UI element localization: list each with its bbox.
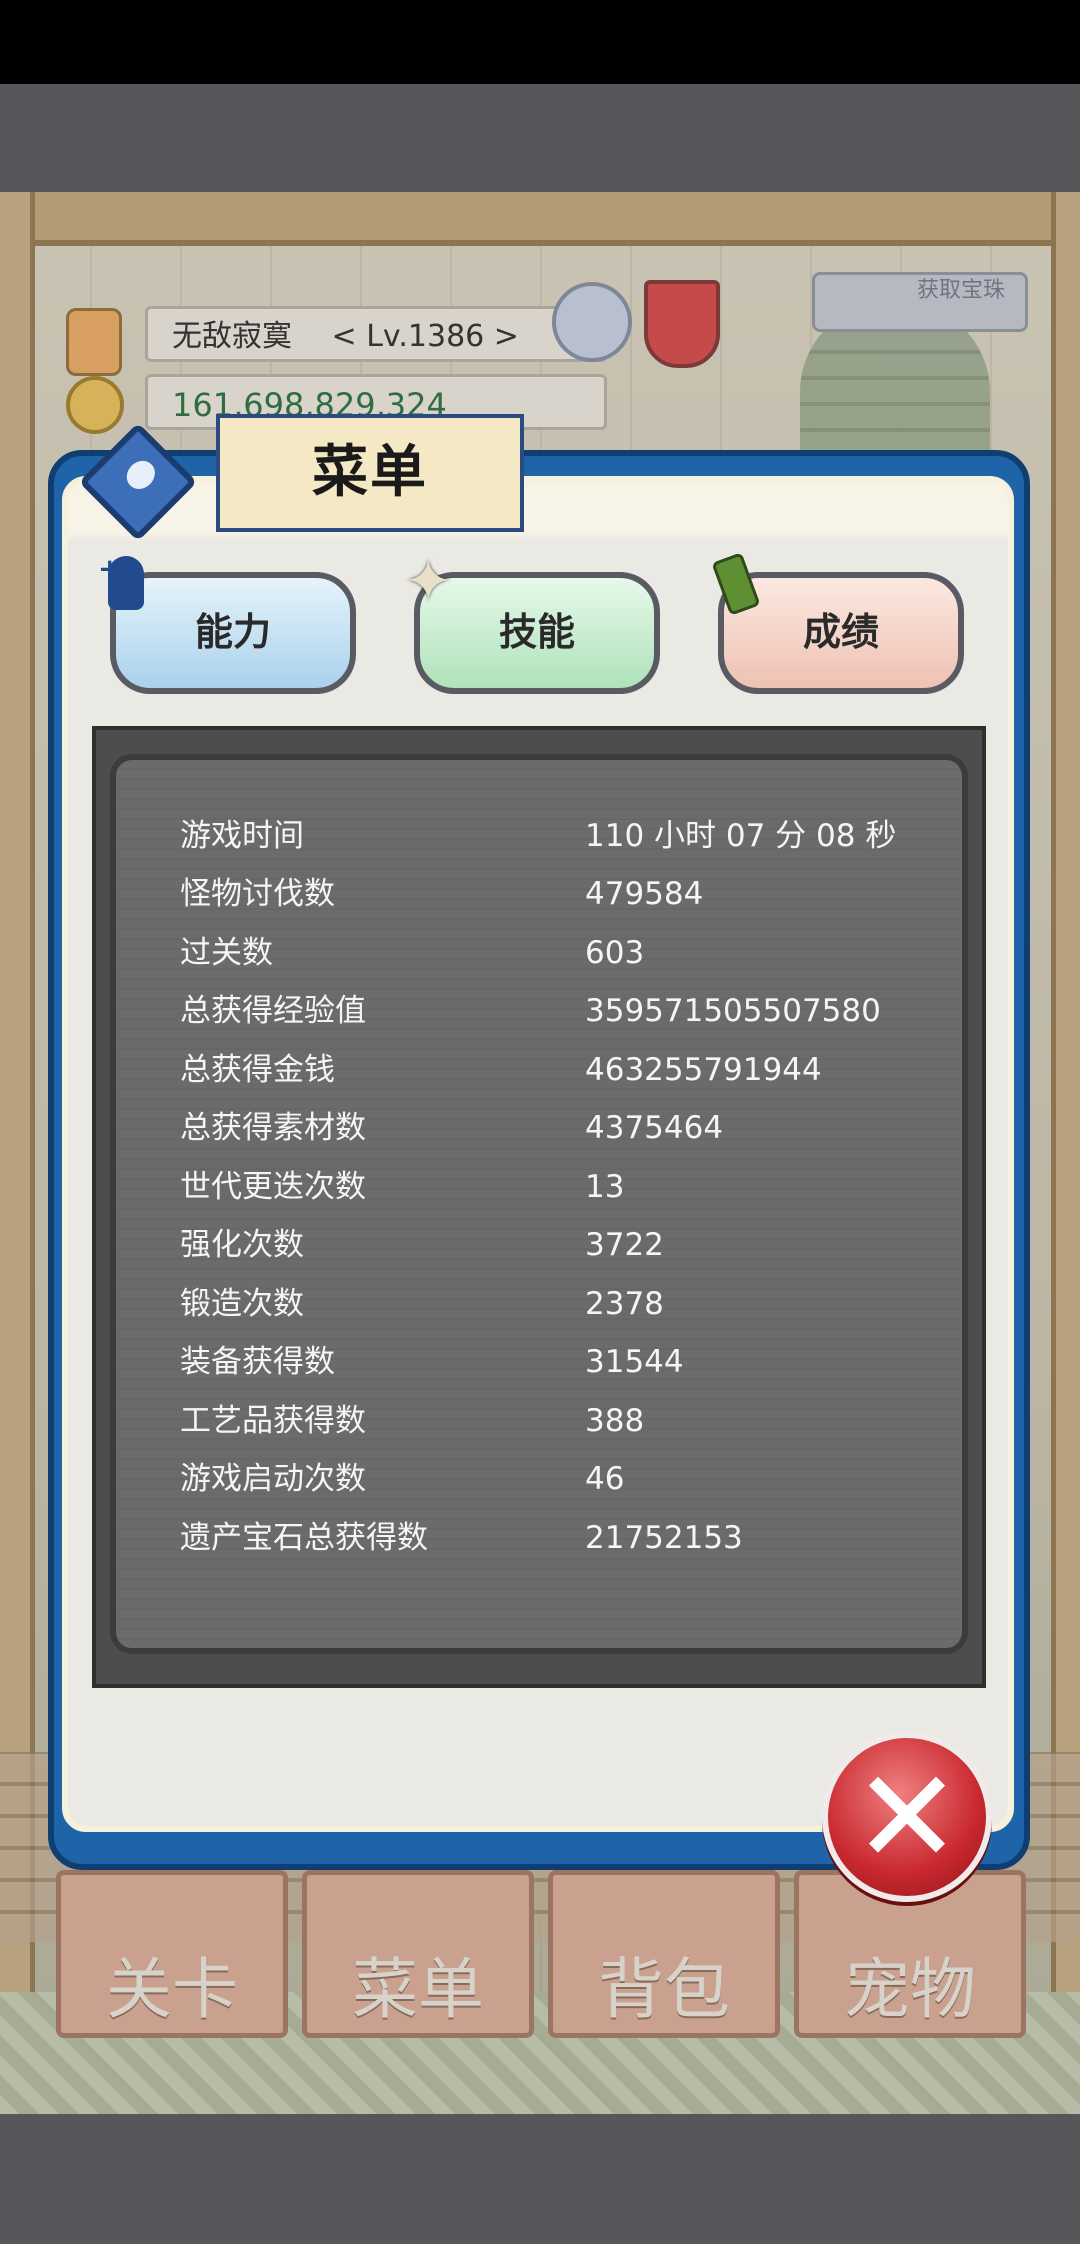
stat-value: 2378 (585, 1286, 664, 1322)
player-avatar-icon[interactable] (66, 308, 122, 376)
stat-value: 388 (585, 1403, 645, 1439)
treasure-button[interactable]: 获取宝珠 (812, 272, 1028, 332)
tab-ability-label: 能力 (194, 610, 271, 654)
navigation-bar-area (0, 2114, 1080, 2244)
stat-row: 装备获得数 31544 (180, 1334, 980, 1390)
stat-row: 游戏时间 110 小时 07 分 08 秒 (180, 808, 980, 864)
stat-value: 603 (585, 935, 645, 971)
stat-row: 锻造次数 2378 (180, 1276, 980, 1332)
stat-row: 总获得金钱 463255791944 (180, 1042, 980, 1098)
stat-label: 装备获得数 (180, 1344, 335, 1380)
modal-title: 菜单 (216, 414, 524, 532)
stat-value: 479584 (585, 876, 704, 912)
stat-label: 游戏启动次数 (180, 1461, 366, 1497)
stat-row: 过关数 603 (180, 925, 980, 981)
tab-skill-label: 技能 (498, 610, 575, 654)
player-name-panel: 无敌寂寞 < Lv.1386 > (145, 306, 607, 362)
stat-row: 遗产宝石总获得数 21752153 (180, 1510, 980, 1566)
stat-row: 怪物讨伐数 479584 (180, 866, 980, 922)
wooden-beam-left (0, 192, 35, 1992)
gold-coin-icon (66, 376, 124, 434)
player-level: < Lv.1386 > (331, 319, 519, 354)
stat-label: 总获得素材数 (180, 1110, 366, 1146)
stat-label: 工艺品获得数 (180, 1403, 366, 1439)
stat-label: 强化次数 (180, 1227, 304, 1263)
stat-value: 13 (585, 1169, 625, 1205)
stat-label: 游戏时间 (180, 818, 304, 854)
stat-value: 3722 (585, 1227, 664, 1263)
nav-bag-button[interactable]: 背包 (548, 1870, 780, 2038)
nav-pet-label: 宠物 (844, 1951, 976, 2028)
stat-row: 世代更迭次数 13 (180, 1159, 980, 1215)
stat-value: 4375464 (585, 1110, 724, 1146)
tab-record-label: 成绩 (802, 610, 879, 654)
orb-icon[interactable] (552, 282, 632, 362)
wooden-beam-right (1051, 192, 1080, 1992)
stat-label: 世代更迭次数 (180, 1169, 366, 1205)
stat-value: 463255791944 (585, 1052, 822, 1088)
treasure-button-label: 获取宝珠 (916, 278, 1005, 303)
nav-menu-button[interactable]: 菜单 (302, 1870, 534, 2038)
star-icon: ✦ (404, 547, 453, 615)
stat-value: 110 小时 07 分 08 秒 (585, 818, 897, 854)
stat-value: 21752153 (585, 1520, 743, 1556)
nav-menu-label: 菜单 (352, 1951, 484, 2028)
close-icon: ✕ (852, 1741, 962, 1893)
player-name: 无敌寂寞 (172, 319, 292, 354)
status-bar (0, 0, 1080, 84)
stat-value: 359571505507580 (585, 993, 881, 1029)
stat-label: 锻造次数 (180, 1286, 304, 1322)
nav-bag-label: 背包 (598, 1951, 730, 2028)
shield-icon[interactable] (644, 280, 720, 368)
nav-stage-label: 关卡 (106, 1951, 238, 2028)
wooden-beam-top (0, 192, 1080, 246)
nav-stage-button[interactable]: 关卡 (56, 1870, 288, 2038)
plus-icon: + (98, 552, 122, 585)
stat-row: 总获得素材数 4375464 (180, 1100, 980, 1156)
tab-ability[interactable]: 能力 (110, 572, 356, 694)
stat-value: 31544 (585, 1344, 684, 1380)
stat-row: 游戏启动次数 46 (180, 1451, 980, 1507)
stat-row: 总获得经验值 359571505507580 (180, 983, 980, 1039)
stat-label: 总获得金钱 (180, 1052, 335, 1088)
stat-value: 46 (585, 1461, 625, 1497)
stat-label: 遗产宝石总获得数 (180, 1520, 428, 1556)
stat-label: 总获得经验值 (180, 993, 366, 1029)
stat-label: 过关数 (180, 935, 273, 971)
stat-label: 怪物讨伐数 (180, 876, 335, 912)
stat-row: 工艺品获得数 388 (180, 1393, 980, 1449)
close-button[interactable]: ✕ (822, 1732, 992, 1902)
stat-row: 强化次数 3722 (180, 1217, 980, 1273)
